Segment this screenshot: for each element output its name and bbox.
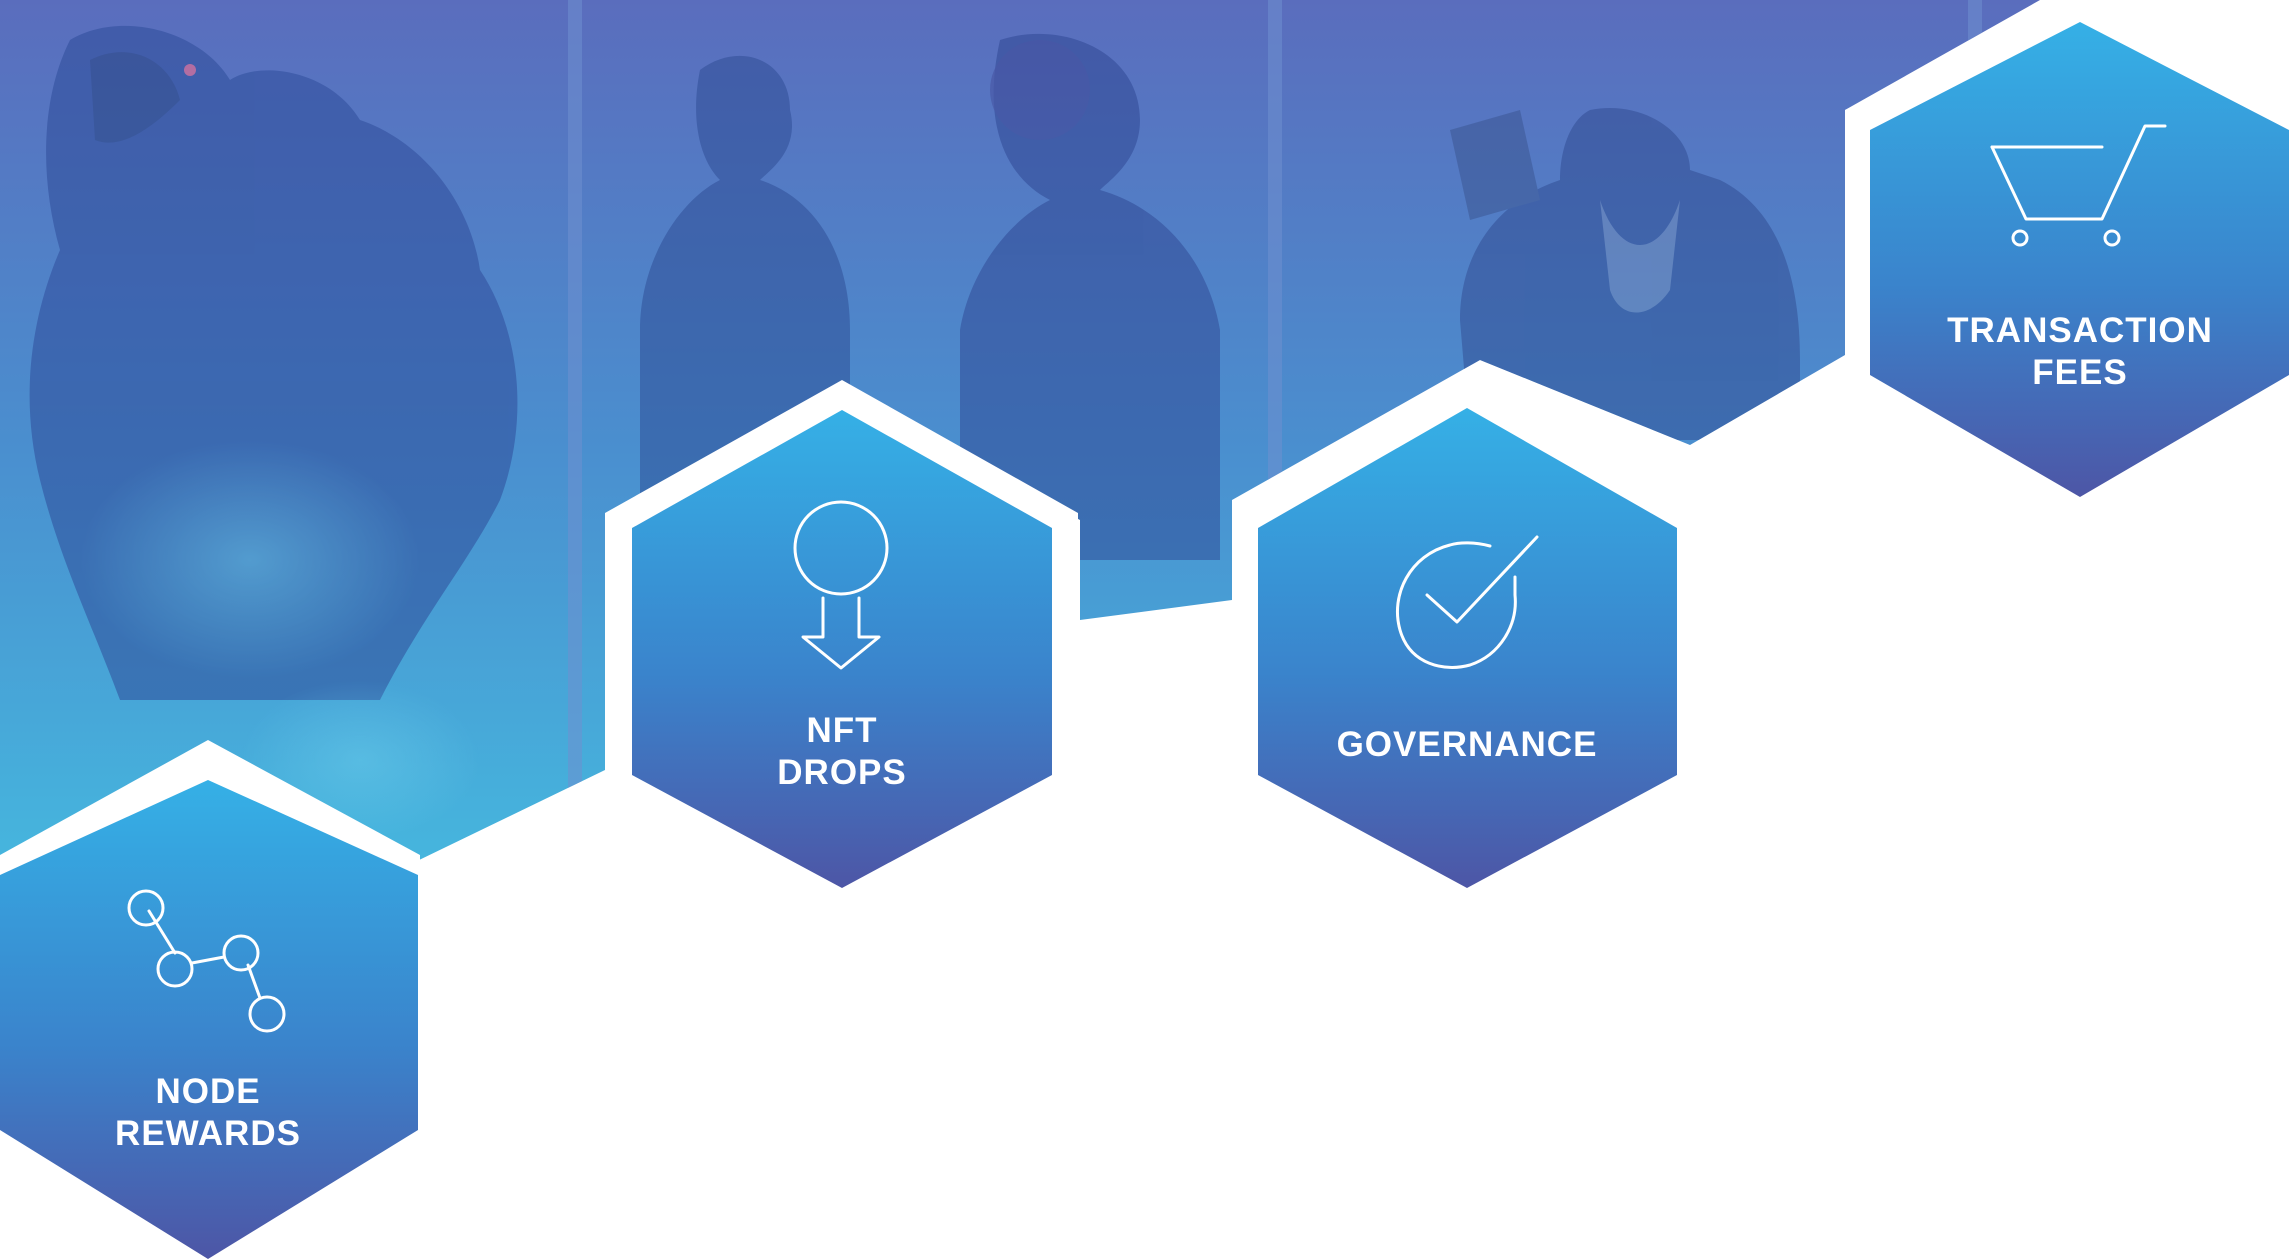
hex-infographic: NODE REWARDS NFT DROPS GOVERNANCE TRANSACT…	[0, 0, 2291, 1259]
nft-drops-label-line1: NFT	[806, 711, 877, 750]
hex-transaction-fees: TRANSACTION FEES	[1845, 0, 2291, 520]
governance-label: GOVERNANCE	[1337, 725, 1598, 764]
transaction-fees-label-line1: TRANSACTION	[1947, 311, 2213, 350]
node-rewards-label-line1: NODE	[155, 1072, 260, 1111]
transaction-fees-label-line2: FEES	[2032, 353, 2127, 392]
node-rewards-label-line2: REWARDS	[115, 1114, 301, 1153]
nft-drops-label-line2: DROPS	[777, 753, 906, 792]
panel-divider	[568, 0, 582, 862]
